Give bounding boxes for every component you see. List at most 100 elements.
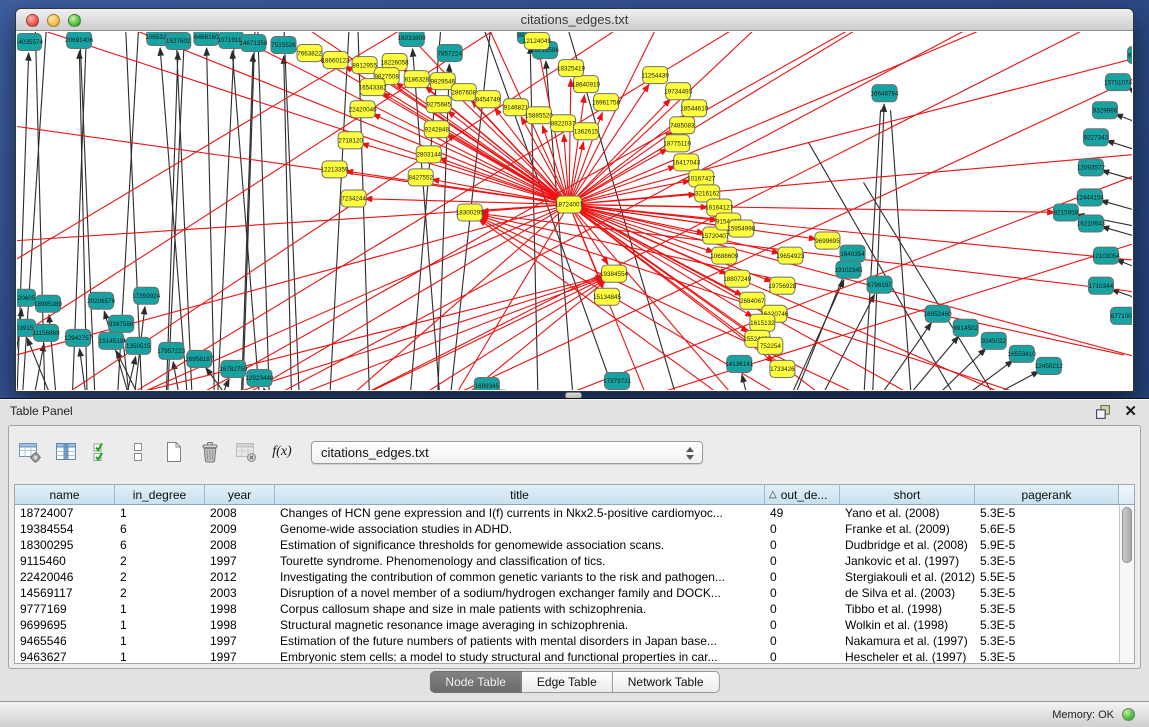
tab-node-table[interactable]: Node Table [429,671,522,693]
table-cell-in_degree[interactable]: 1 [115,649,205,664]
table-cell-name[interactable]: 19384554 [15,521,115,537]
table-cell-year[interactable]: 2003 [205,585,275,601]
delete-table-icon[interactable] [233,439,259,465]
table-cell-short[interactable]: Jankovic et al. (1997) [840,553,975,569]
table-cell-short[interactable]: Stergiakouli et al. (2012) [840,569,975,585]
table-row[interactable]: 977716911998Corpus callosum shape and si… [15,601,1134,617]
network-canvas[interactable]: 1403557420691406106532871527602646616010… [17,32,1132,390]
table-cell-year[interactable]: 1998 [205,617,275,633]
table-row[interactable]: 1456911722003Disruption of a novel membe… [15,585,1134,601]
show-columns-icon[interactable] [53,439,79,465]
window-titlebar[interactable]: citations_edges.txt [16,9,1133,31]
table-cell-out_degree[interactable]: 0 [765,617,840,633]
column-header-year[interactable]: year [205,485,275,504]
table-cell-out_degree[interactable]: 49 [765,505,840,521]
table-cell-short[interactable]: Yano et al. (2008) [840,505,975,521]
select-all-icon[interactable] [89,439,115,465]
table-cell-pagerank[interactable]: 5.3E-5 [975,585,1134,601]
column-header-in_degree[interactable]: in_degree [115,485,205,504]
table-cell-short[interactable]: Wolkin et al. (1998) [840,617,975,633]
table-cell-title[interactable]: Embryonic stem cells: a model to study s… [275,649,765,664]
table-cell-year[interactable]: 1997 [205,553,275,569]
table-cell-name[interactable]: 9777169 [15,601,115,617]
column-header-pagerank[interactable]: pagerank [975,485,1119,504]
table-row[interactable]: 946362711997Embryonic stem cells: a mode… [15,649,1134,664]
scrollbar-thumb[interactable] [1122,507,1132,563]
table-cell-short[interactable]: Franke et al. (2009) [840,521,975,537]
table-cell-name[interactable]: 9463627 [15,649,115,664]
table-row[interactable]: 911546021997Tourette syndrome. Phenomeno… [15,553,1134,569]
table-cell-year[interactable]: 2008 [205,505,275,521]
table-cell-year[interactable]: 2012 [205,569,275,585]
table-cell-out_degree[interactable]: 0 [765,569,840,585]
table-selector-dropdown[interactable]: citations_edges.txt [311,441,703,464]
function-builder-icon[interactable]: f(x) [269,439,295,465]
table-cell-out_degree[interactable]: 0 [765,521,840,537]
table-cell-short[interactable]: Nakamura et al. (1997) [840,633,975,649]
table-cell-name[interactable]: 22420046 [15,569,115,585]
table-cell-pagerank[interactable]: 5.3E-5 [975,553,1134,569]
deselect-all-icon[interactable] [125,439,151,465]
table-cell-pagerank[interactable]: 5.3E-5 [975,617,1134,633]
table-cell-year[interactable]: 1997 [205,649,275,664]
table-cell-in_degree[interactable]: 2 [115,553,205,569]
table-cell-title[interactable]: Changes of HCN gene expression and I(f) … [275,505,765,521]
column-header-name[interactable]: name [15,485,115,504]
table-cell-year[interactable]: 1998 [205,601,275,617]
column-header-short[interactable]: short [840,485,975,504]
memory-status-icon[interactable] [1122,708,1135,721]
table-cell-name[interactable]: 9699695 [15,617,115,633]
table-cell-year[interactable]: 2008 [205,537,275,553]
table-cell-pagerank[interactable]: 5.3E-5 [975,505,1134,521]
table-cell-out_degree[interactable]: 0 [765,601,840,617]
table-cell-title[interactable]: Estimation of the future numbers of pati… [275,633,765,649]
table-cell-year[interactable]: 1997 [205,633,275,649]
table-row[interactable]: 1938455462009Genome-wide association stu… [15,521,1134,537]
table-cell-pagerank[interactable]: 5.3E-5 [975,649,1134,664]
table-row[interactable]: 2242004622012Investigating the contribut… [15,569,1134,585]
table-cell-short[interactable]: Dudbridge et al. (2008) [840,537,975,553]
table-cell-name[interactable]: 18300295 [15,537,115,553]
tab-edge-table[interactable]: Edge Table [522,671,613,693]
table-cell-out_degree[interactable]: 0 [765,585,840,601]
float-panel-icon[interactable] [1095,404,1111,420]
table-cell-in_degree[interactable]: 1 [115,617,205,633]
table-cell-title[interactable]: Genome-wide association studies in ADHD. [275,521,765,537]
table-cell-short[interactable]: Hescheler et al. (1997) [840,649,975,664]
table-row[interactable]: 969969511998Structural magnetic resonanc… [15,617,1134,633]
table-cell-title[interactable]: Corpus callosum shape and size in male p… [275,601,765,617]
table-cell-out_degree[interactable]: 0 [765,649,840,664]
table-cell-out_degree[interactable]: 0 [765,537,840,553]
table-cell-pagerank[interactable]: 5.9E-5 [975,537,1134,553]
table-cell-in_degree[interactable]: 6 [115,537,205,553]
table-row[interactable]: 1872400712008Changes of HCN gene express… [15,505,1134,521]
table-cell-out_degree[interactable]: 0 [765,633,840,649]
table-cell-in_degree[interactable]: 2 [115,569,205,585]
table-cell-short[interactable]: de Silva et al. (2003) [840,585,975,601]
table-cell-in_degree[interactable]: 1 [115,505,205,521]
table-cell-out_degree[interactable]: 0 [765,553,840,569]
table-cell-in_degree[interactable]: 1 [115,633,205,649]
table-cell-pagerank[interactable]: 5.3E-5 [975,633,1134,649]
table-cell-pagerank[interactable]: 5.6E-5 [975,521,1134,537]
table-cell-title[interactable]: Investigating the contribution of common… [275,569,765,585]
table-cell-title[interactable]: Disruption of a novel member of a sodium… [275,585,765,601]
table-cell-title[interactable]: Tourette syndrome. Phenomenology and cla… [275,553,765,569]
table-cell-title[interactable]: Estimation of significance thresholds fo… [275,537,765,553]
close-panel-icon[interactable]: ✕ [1124,402,1137,420]
table-cell-name[interactable]: 14569117 [15,585,115,601]
table-row[interactable]: 1830029562008Estimation of significance … [15,537,1134,553]
table-cell-pagerank[interactable]: 5.5E-5 [975,569,1134,585]
table-cell-pagerank[interactable]: 5.3E-5 [975,601,1134,617]
table-settings-icon[interactable] [17,439,43,465]
table-cell-in_degree[interactable]: 6 [115,521,205,537]
vertical-scrollbar[interactable] [1119,505,1134,663]
new-object-icon[interactable] [161,439,187,465]
table-cell-short[interactable]: Tibbo et al. (1998) [840,601,975,617]
column-header-title[interactable]: title [275,485,765,504]
table-cell-name[interactable]: 9115460 [15,553,115,569]
table-cell-in_degree[interactable]: 2 [115,585,205,601]
column-header-out_degree[interactable]: △out_de... [765,485,840,504]
tab-network-table[interactable]: Network Table [613,671,720,693]
table-cell-name[interactable]: 18724007 [15,505,115,521]
